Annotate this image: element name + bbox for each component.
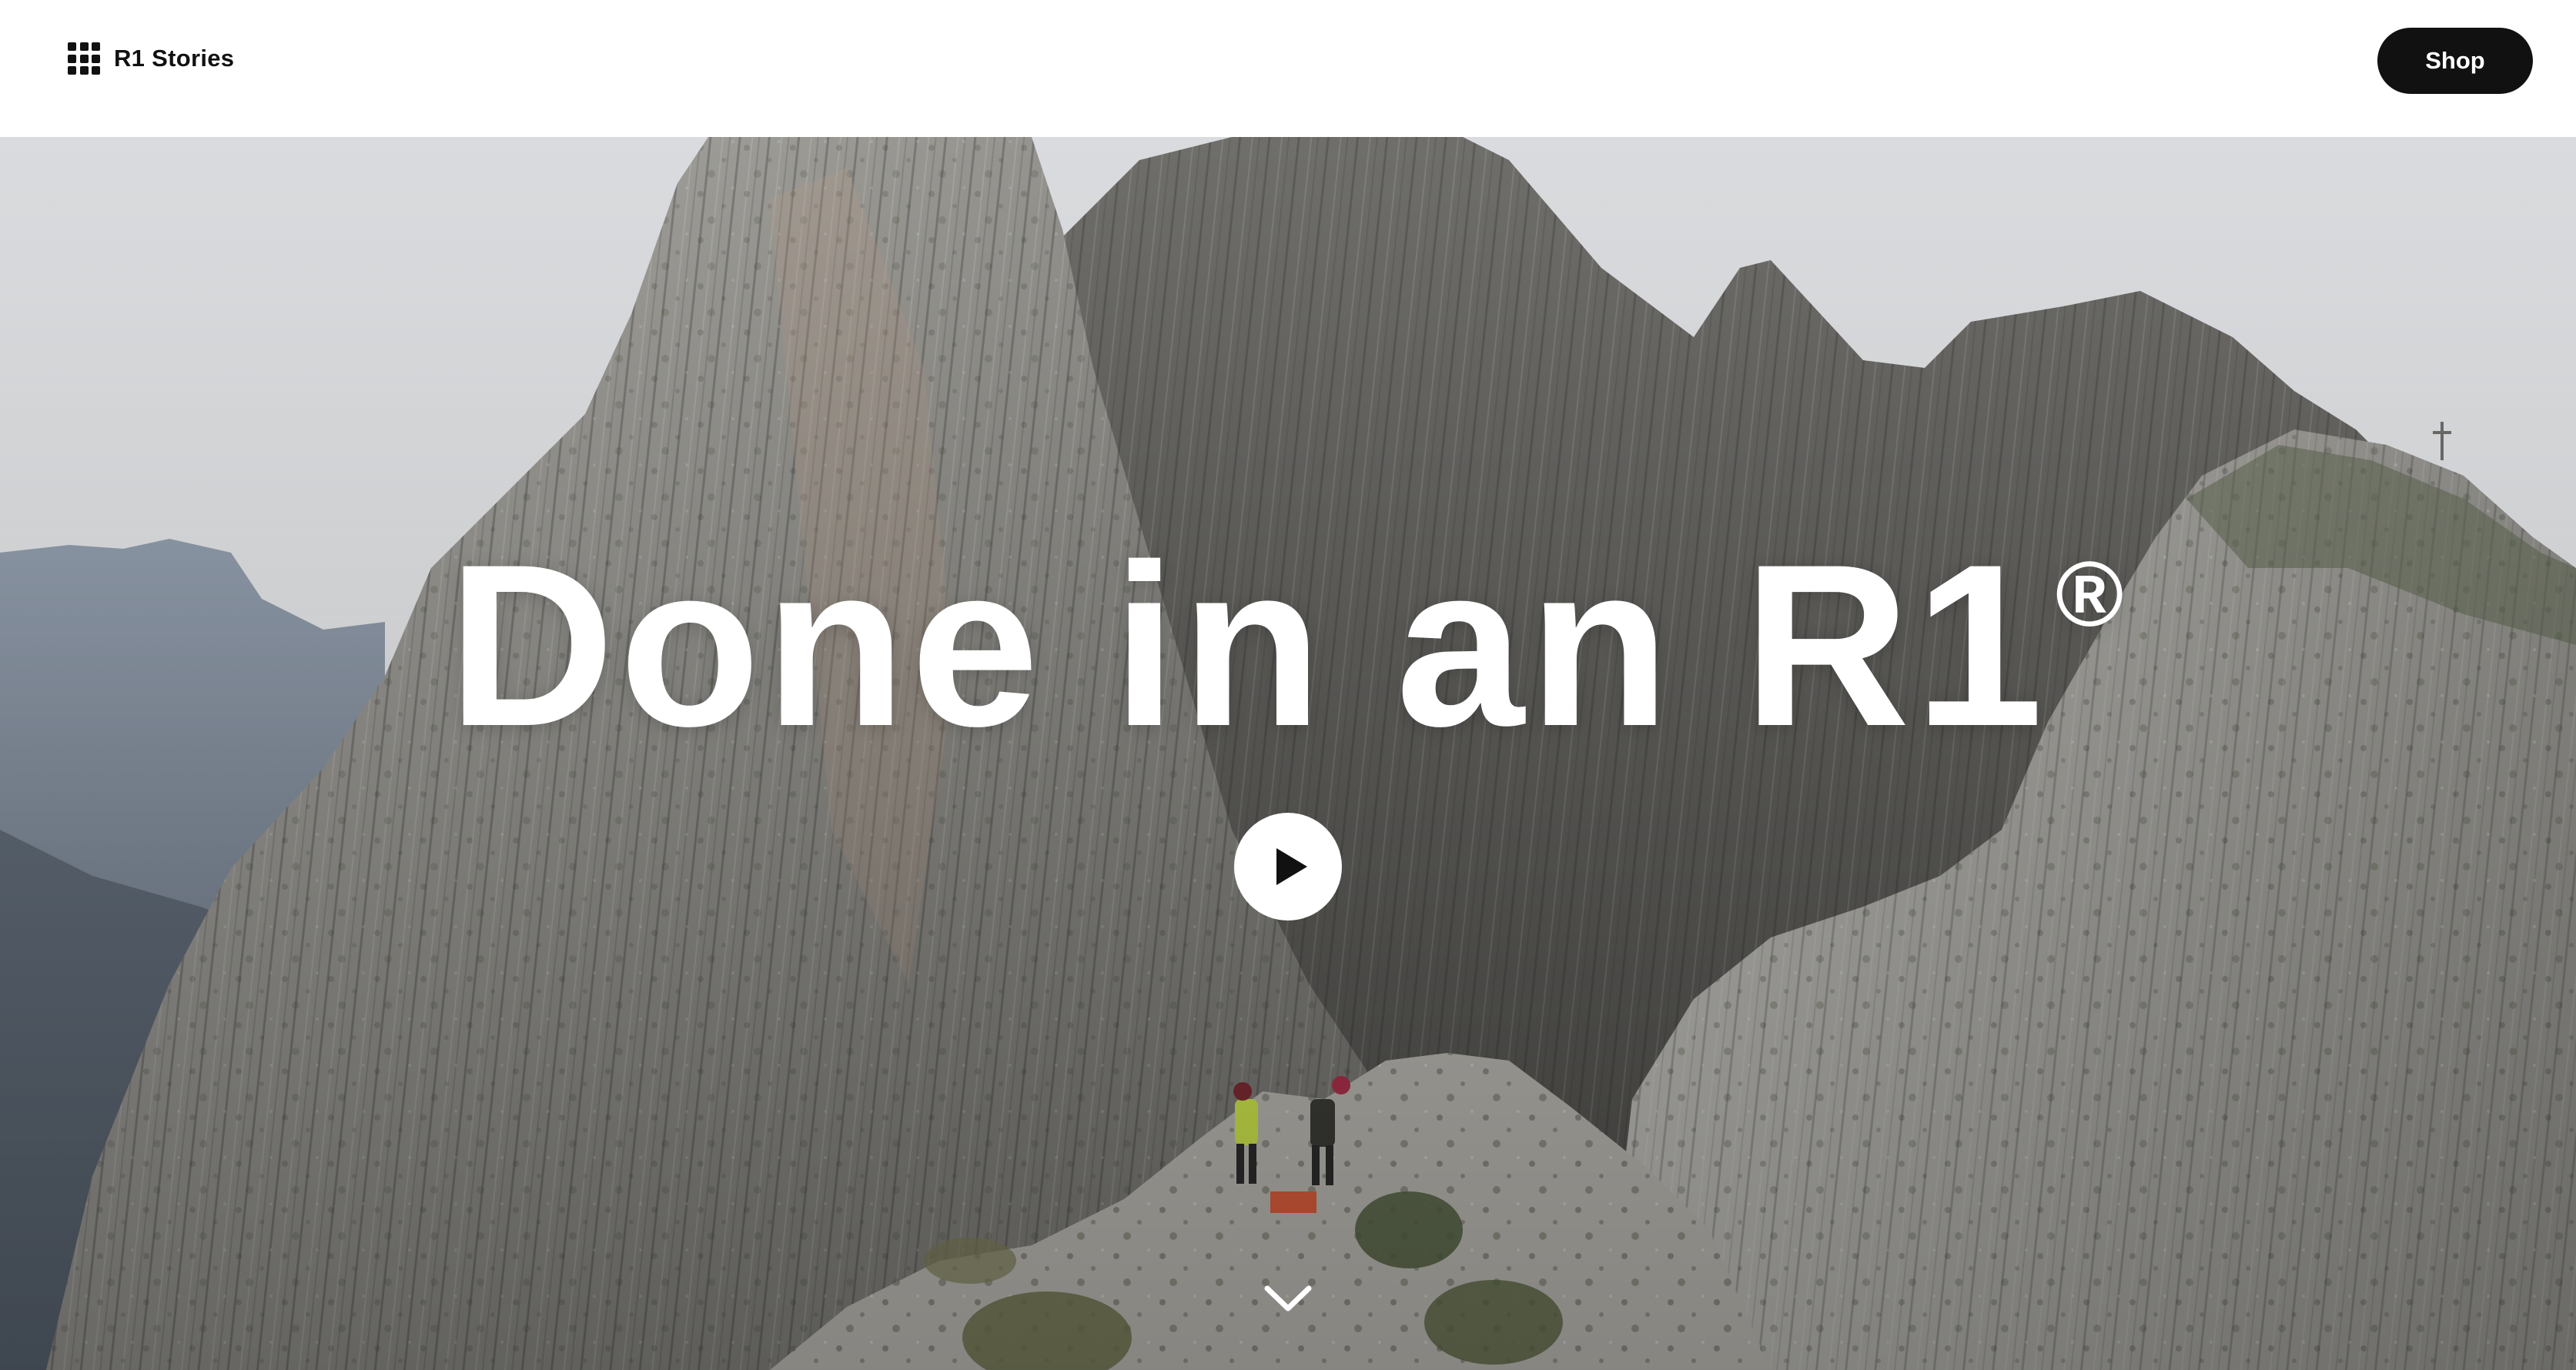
hero-title: Done in an R1® xyxy=(0,530,2576,760)
chevron-down-icon[interactable] xyxy=(1263,1282,1313,1316)
play-icon xyxy=(1276,848,1307,885)
grid-icon[interactable] xyxy=(68,42,100,75)
stories-menu[interactable]: R1 Stories xyxy=(68,40,234,77)
registered-mark: ® xyxy=(2055,543,2129,646)
hero-video[interactable]: Done in an R1® xyxy=(0,137,2576,1370)
play-button[interactable] xyxy=(1234,813,1342,921)
top-nav: R1 Stories Shop xyxy=(0,0,2576,137)
brand-label[interactable]: R1 Stories xyxy=(114,45,234,72)
hero-title-text: Done in an R1 xyxy=(447,516,2048,774)
shop-button[interactable]: Shop xyxy=(2377,28,2533,94)
